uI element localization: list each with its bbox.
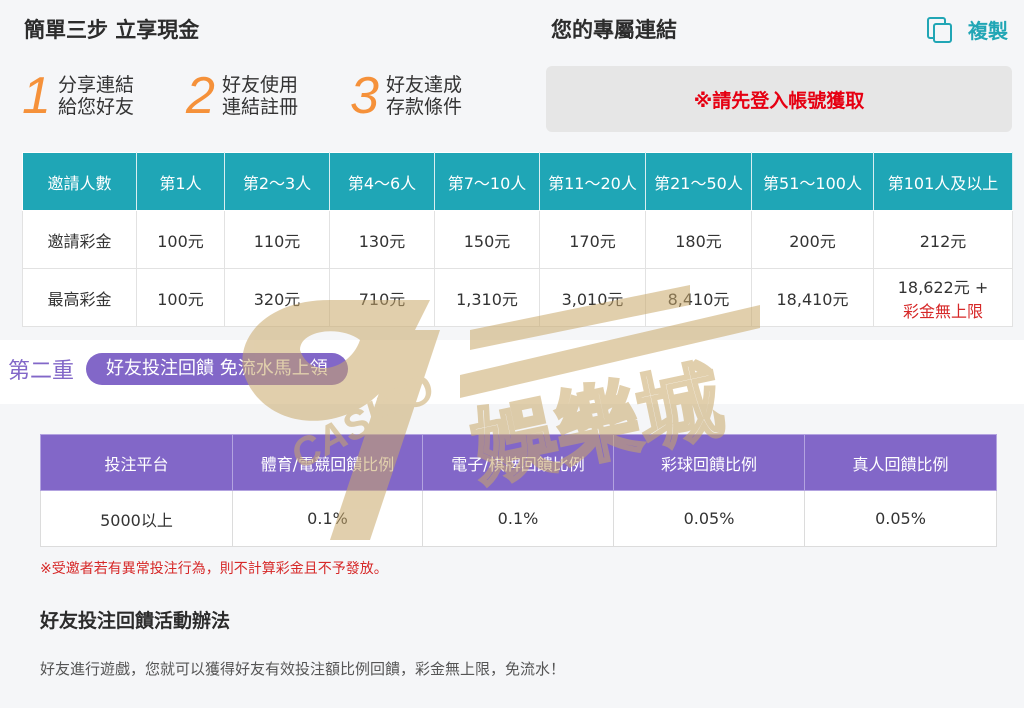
header-cell: 體育/電競回饋比例 bbox=[232, 434, 423, 491]
table-row: 邀請彩金 100元 110元 130元 150元 170元 180元 200元 … bbox=[22, 210, 1013, 269]
step-text: 好友使用 連結註冊 bbox=[222, 74, 299, 118]
header-cell: 第4～6人 bbox=[329, 152, 435, 211]
table-cell: 320元 bbox=[224, 268, 330, 327]
login-required-message: ※請先登入帳號獲取 bbox=[693, 89, 865, 112]
copy-button[interactable]: 複製 bbox=[924, 12, 1008, 46]
invite-bonus-table: 邀請人數 第1人 第2～3人 第4～6人 第7～10人 第11～20人 第21～… bbox=[22, 152, 1013, 327]
table-cell: 0.1% bbox=[422, 490, 614, 547]
max-bonus-value: 18,622元 + bbox=[897, 277, 989, 297]
referral-link-box[interactable]: ※請先登入帳號獲取 bbox=[546, 66, 1012, 132]
header-cell: 第1人 bbox=[136, 152, 225, 211]
table-cell: 1,310元 bbox=[434, 268, 540, 327]
header-cell: 第21～50人 bbox=[645, 152, 752, 211]
unlimited-note: 彩金無上限 bbox=[902, 301, 983, 321]
step-text: 好友達成 存款條件 bbox=[386, 74, 463, 118]
header-cell: 彩球回饋比例 bbox=[613, 434, 805, 491]
table-cell: 8,410元 bbox=[645, 268, 752, 327]
table-cell: 18,410元 bbox=[751, 268, 874, 327]
table-cell: 130元 bbox=[329, 210, 435, 269]
method-title: 好友投注回饋活動辦法 bbox=[40, 610, 231, 632]
table-header-row: 投注平台 體育/電競回饋比例 電子/棋牌回饋比例 彩球回饋比例 真人回饋比例 bbox=[40, 434, 997, 491]
step-number: 3 bbox=[350, 67, 379, 125]
table-cell: 0.05% bbox=[804, 490, 997, 547]
table-cell: 100元 bbox=[136, 268, 225, 327]
table-cell: 0.1% bbox=[232, 490, 423, 547]
second-tier-pill: 好友投注回饋 免流水馬上領 bbox=[86, 353, 348, 385]
table-row: 5000以上 0.1% 0.1% 0.05% 0.05% bbox=[40, 490, 997, 547]
warning-note: ※受邀者若有異常投注行為，則不計算彩金且不予發放。 bbox=[40, 561, 388, 577]
table-cell: 170元 bbox=[539, 210, 646, 269]
second-tier-label: 第二重 bbox=[8, 359, 75, 384]
step-number: 2 bbox=[186, 67, 215, 125]
header-cell: 真人回饋比例 bbox=[804, 434, 997, 491]
header-cell: 邀請人數 bbox=[22, 152, 137, 211]
table-cell: 150元 bbox=[434, 210, 540, 269]
table-cell: 3,010元 bbox=[539, 268, 646, 327]
table-header-row: 邀請人數 第1人 第2～3人 第4～6人 第7～10人 第11～20人 第21～… bbox=[22, 152, 1013, 211]
table-cell: 180元 bbox=[645, 210, 752, 269]
link-title: 您的專屬連結 bbox=[551, 18, 677, 42]
rebate-table: 投注平台 體育/電競回饋比例 電子/棋牌回饋比例 彩球回饋比例 真人回饋比例 5… bbox=[40, 434, 997, 547]
table-row: 最高彩金 100元 320元 710元 1,310元 3,010元 8,410元… bbox=[22, 268, 1013, 327]
copy-label[interactable]: 複製 bbox=[968, 15, 1008, 44]
step-text: 分享連結 給您好友 bbox=[58, 74, 135, 118]
header-cell: 第2～3人 bbox=[224, 152, 330, 211]
header-cell: 第7～10人 bbox=[434, 152, 540, 211]
table-cell: 200元 bbox=[751, 210, 874, 269]
row-label: 最高彩金 bbox=[22, 268, 137, 327]
table-cell: 5000以上 bbox=[40, 490, 233, 547]
header-cell: 第101人及以上 bbox=[873, 152, 1013, 211]
method-text: 好友進行遊戲，您就可以獲得好友有效投注額比例回饋，彩金無上限，免流水！ bbox=[40, 660, 566, 678]
second-tier-row: 第二重 好友投注回饋 免流水馬上領 bbox=[8, 352, 348, 386]
header-cell: 第51～100人 bbox=[751, 152, 874, 211]
row-label: 邀請彩金 bbox=[22, 210, 137, 269]
header-cell: 投注平台 bbox=[40, 434, 233, 491]
table-cell: 212元 bbox=[873, 210, 1013, 269]
steps-title: 簡單三步 立享現金 bbox=[24, 18, 200, 42]
copy-icon[interactable] bbox=[924, 14, 954, 44]
table-cell: 110元 bbox=[224, 210, 330, 269]
table-cell: 0.05% bbox=[613, 490, 805, 547]
header-cell: 第11～20人 bbox=[539, 152, 646, 211]
table-cell: 710元 bbox=[329, 268, 435, 327]
header-cell: 電子/棋牌回饋比例 bbox=[422, 434, 614, 491]
step-number: 1 bbox=[22, 67, 51, 125]
table-cell: 100元 bbox=[136, 210, 225, 269]
table-cell: 18,622元 + 彩金無上限 bbox=[873, 268, 1013, 327]
